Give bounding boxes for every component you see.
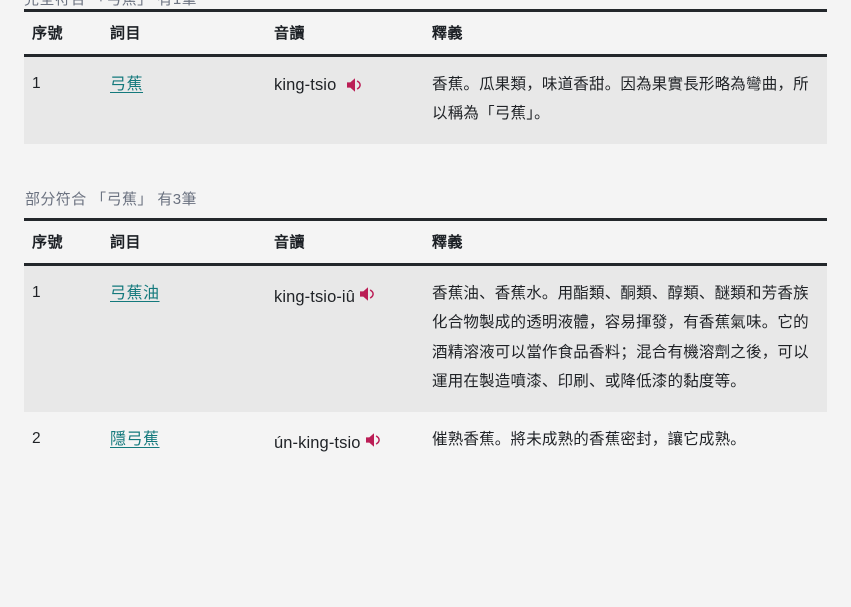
- column-header-pronunciation: 音讀: [266, 10, 424, 57]
- row-pronunciation-cell: king-tsio: [266, 55, 424, 145]
- row-pronunciation-cell: ún-king-tsio: [266, 411, 424, 475]
- row-term-cell: 隱弓蕉: [102, 411, 266, 475]
- definition-text: 香蕉。瓜果類，味道香甜。因為果實長形略為彎曲，所以稱為「弓蕉」。: [432, 76, 809, 123]
- table-header-row: 序號 詞目 音讀 釋義: [24, 10, 827, 57]
- table-row: 1 弓蕉 king-tsio 香蕉。瓜果類，味道香甜。因為果實長形略為彎曲，所以…: [24, 55, 827, 145]
- row-index: 2: [24, 411, 102, 475]
- partial-match-caption: 部分符合 「弓蕉」 有3筆: [25, 191, 197, 209]
- pronunciation-text: ún-king-tsio: [274, 433, 361, 452]
- column-header-term: 詞目: [102, 219, 266, 267]
- dictionary-results-page: 完全符合 「弓蕉」 有1筆 序號 詞目 音讀 釋義 1 弓蕉 king-t: [0, 0, 851, 607]
- column-header-definition: 釋義: [424, 10, 827, 57]
- row-definition-cell: 香蕉油、香蕉水。用酯類、酮類、醇類、醚類和芳香族化合物製成的透明液體，容易揮發，…: [424, 264, 827, 412]
- definition-text: 香蕉油、香蕉水。用酯類、酮類、醇類、醚類和芳香族化合物製成的透明液體，容易揮發，…: [432, 285, 809, 390]
- row-definition-cell: 催熟香蕉。將未成熟的香蕉密封，讓它成熟。: [424, 411, 827, 475]
- speaker-icon[interactable]: [359, 286, 378, 302]
- column-header-term: 詞目: [102, 10, 266, 57]
- row-index: 1: [24, 264, 102, 412]
- table-header: 序號 詞目 音讀 釋義: [24, 219, 827, 267]
- partial-match-results-table: 序號 詞目 音讀 釋義 1 弓蕉油 king-tsio-iû 香蕉油、香蕉水。用…: [24, 218, 827, 475]
- column-header-definition: 釋義: [424, 219, 827, 267]
- column-header-index: 序號: [24, 219, 102, 267]
- term-link[interactable]: 弓蕉油: [110, 285, 160, 302]
- speaker-icon[interactable]: [365, 432, 384, 448]
- pronunciation-text: king-tsio-iû: [274, 288, 355, 307]
- term-link[interactable]: 弓蕉: [110, 76, 143, 93]
- column-header-index: 序號: [24, 10, 102, 57]
- row-term-cell: 弓蕉: [102, 55, 266, 145]
- row-index: 1: [24, 55, 102, 145]
- column-header-pronunciation: 音讀: [266, 219, 424, 267]
- table-row: 1 弓蕉油 king-tsio-iû 香蕉油、香蕉水。用酯類、酮類、醇類、醚類和…: [24, 264, 827, 412]
- table-row: 2 隱弓蕉 ún-king-tsio 催熟香蕉。將未成熟的香蕉密封，讓它成熟。: [24, 411, 827, 475]
- row-term-cell: 弓蕉油: [102, 264, 266, 412]
- exact-match-caption-text: 完全符合 「弓蕉」 有1筆: [24, 0, 197, 9]
- exact-match-caption-clipped: 完全符合 「弓蕉」 有1筆: [24, 0, 827, 9]
- table-header-row: 序號 詞目 音讀 釋義: [24, 219, 827, 267]
- speaker-icon[interactable]: [346, 77, 365, 93]
- row-definition-cell: 香蕉。瓜果類，味道香甜。因為果實長形略為彎曲，所以稱為「弓蕉」。: [424, 55, 827, 145]
- pronunciation-text: king-tsio: [274, 76, 337, 94]
- exact-match-results-table: 序號 詞目 音讀 釋義 1 弓蕉 king-tsio 香蕉。瓜果類，味道香甜。因…: [24, 9, 827, 145]
- definition-text: 催熟香蕉。將未成熟的香蕉密封，讓它成熟。: [432, 430, 747, 448]
- row-pronunciation-cell: king-tsio-iû: [266, 264, 424, 412]
- term-link[interactable]: 隱弓蕉: [110, 431, 160, 448]
- table-header: 序號 詞目 音讀 釋義: [24, 10, 827, 57]
